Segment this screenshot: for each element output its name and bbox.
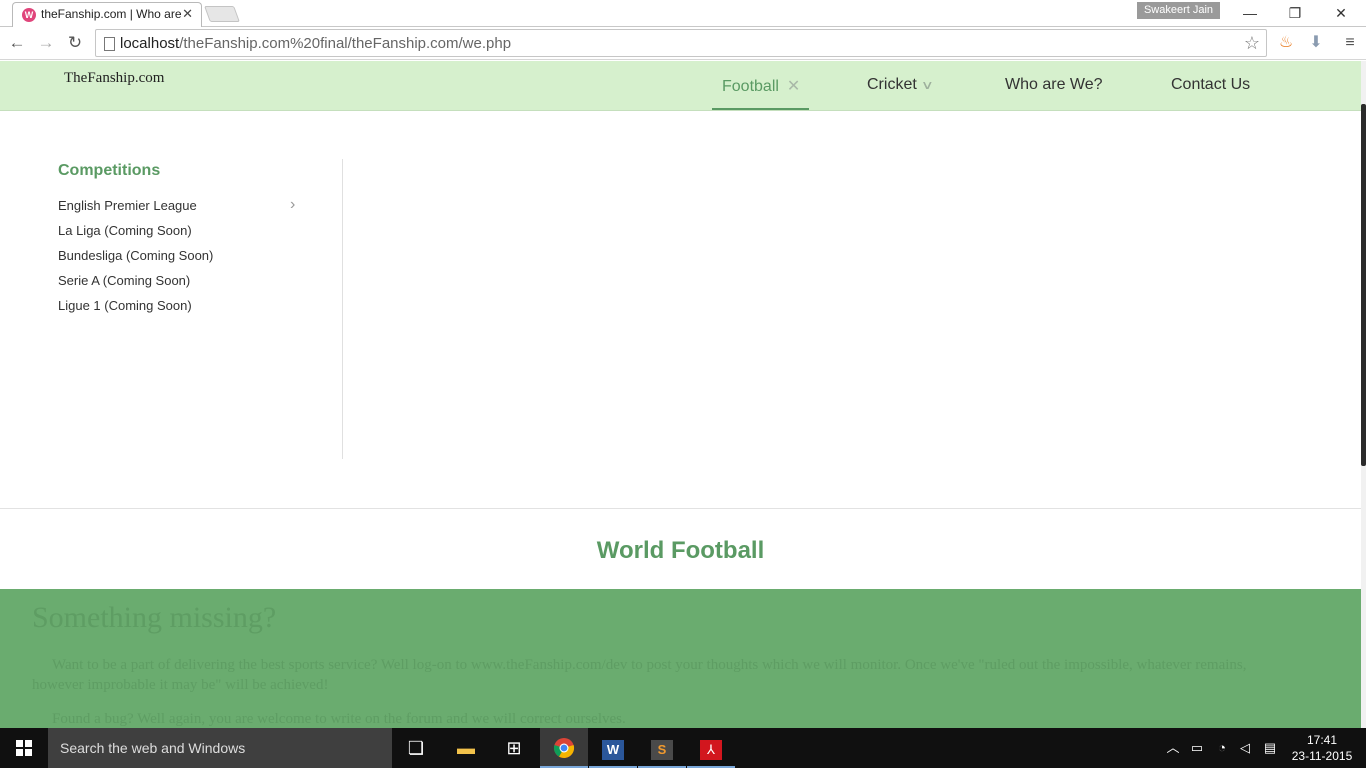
found-bug-paragraph: Found a bug? Well again, you are welcome… (52, 711, 626, 727)
site-logo[interactable]: TheFanship.com (64, 70, 164, 87)
windows-logo-icon (16, 740, 32, 756)
world-football-title[interactable]: World Football (0, 537, 1361, 565)
volume-icon[interactable]: ◁ (1236, 739, 1254, 757)
address-bar[interactable]: localhost/theFanship.com%20final/theFans… (95, 29, 1267, 57)
nav-contact-us[interactable]: Contact Us (1171, 76, 1250, 94)
url-host: localhost (120, 35, 180, 52)
competition-item[interactable]: English Premier League › (58, 197, 308, 222)
minimize-button[interactable]: — (1235, 3, 1265, 23)
page-scrollbar-thumb[interactable] (1361, 104, 1366, 466)
competition-item[interactable]: Bundesliga (Coming Soon) (58, 247, 308, 272)
close-tab-icon[interactable]: ✕ (182, 6, 193, 22)
page-icon (104, 37, 115, 51)
store-icon[interactable]: ⊞ (490, 728, 538, 768)
browser-tab[interactable]: W theFanship.com | Who are ✕ (12, 2, 202, 27)
taskbar-search-box[interactable]: Search the web and Windows (48, 728, 392, 768)
battery-icon[interactable]: ▭ (1188, 739, 1206, 757)
something-missing-heading: Something missing? (32, 601, 277, 634)
show-hidden-icons-icon[interactable]: ︿ (1164, 739, 1182, 757)
nav-football-label: Football (722, 78, 779, 95)
competition-item[interactable]: La Liga (Coming Soon) (58, 222, 308, 247)
competition-label: Bundesliga (Coming Soon) (58, 248, 214, 263)
site-header: TheFanship.com Football ✕ Cricket ∨ Who ar… (0, 61, 1361, 111)
taskbar-clock[interactable]: 17:41 23-11-2015 (1288, 732, 1356, 764)
download-icon[interactable]: ⬇ (1306, 33, 1326, 53)
competitions-list: English Premier League › La Liga (Coming … (58, 197, 308, 322)
something-missing-section: Something missing? Want to be a part of … (0, 589, 1361, 728)
acrobat-icon[interactable]: ⅄ (687, 728, 735, 768)
start-button[interactable] (0, 728, 48, 768)
competition-label: Serie A (Coming Soon) (58, 273, 191, 288)
sublime-text-icon[interactable]: S (638, 728, 686, 768)
something-missing-paragraph: Want to be a part of delivering the best… (32, 657, 1247, 693)
competition-item[interactable]: Serie A (Coming Soon) (58, 272, 308, 297)
wifi-icon[interactable]: ◔ (1213, 739, 1231, 757)
world-football-bar[interactable]: World Football (0, 509, 1361, 589)
new-tab-button[interactable] (204, 6, 240, 22)
reload-icon[interactable]: ↻ (64, 32, 86, 54)
competitions-heading: Competitions (58, 162, 161, 179)
nav-who-are-we[interactable]: Who are We? (1005, 76, 1103, 94)
task-view-icon[interactable]: ❏ (392, 728, 440, 768)
competition-label: La Liga (Coming Soon) (58, 223, 192, 238)
windows-taskbar: Search the web and Windows ❏ ▬ ⊞ W S ⅄ ︿… (0, 728, 1366, 768)
close-window-button[interactable]: ✕ (1326, 3, 1356, 23)
football-mega-menu: Competitions English Premier League › La … (0, 111, 1361, 509)
clock-time: 17:41 (1306, 733, 1338, 747)
hamburger-menu-icon[interactable]: ≡ (1340, 33, 1360, 53)
search-placeholder: Search the web and Windows (60, 740, 246, 756)
url-path: /theFanship.com%20final/theFanship.com/w… (179, 35, 512, 52)
url-text[interactable]: localhost/theFanship.com%20final/theFans… (120, 35, 511, 52)
tab-title: theFanship.com | Who are (41, 7, 181, 21)
bookmark-star-icon[interactable]: ☆ (1244, 33, 1260, 54)
competition-label: Ligue 1 (Coming Soon) (58, 298, 192, 313)
chevron-right-icon: › (290, 196, 296, 213)
chevron-down-icon: ∨ (920, 78, 934, 92)
file-explorer-icon[interactable]: ▬ (442, 728, 490, 768)
extension-flame-icon[interactable]: ♨ (1276, 33, 1296, 53)
browser-toolbar: ← → ↻ localhost/theFanship.com%20final/t… (0, 27, 1366, 60)
nav-football[interactable]: Football ✕ (722, 76, 800, 96)
nav-cricket-label: Cricket (867, 76, 917, 93)
back-arrow-icon[interactable]: ← (6, 32, 28, 54)
browser-tab-strip: W theFanship.com | Who are ✕ Swakeert Ja… (0, 0, 1366, 27)
close-icon[interactable]: ✕ (787, 78, 800, 95)
competition-item[interactable]: Ligue 1 (Coming Soon) (58, 297, 308, 322)
chrome-logo-icon (553, 738, 575, 758)
restore-button[interactable]: ❐ (1280, 3, 1310, 23)
action-center-icon[interactable]: ▤ (1261, 739, 1279, 757)
clock-date: 23-11-2015 (1291, 749, 1353, 763)
nav-cricket[interactable]: Cricket ∨ (867, 76, 934, 94)
word-icon[interactable]: W (589, 728, 637, 768)
forward-arrow-icon[interactable]: → (35, 32, 57, 54)
site-favicon-icon: W (22, 8, 36, 22)
nav-active-underline (712, 108, 809, 110)
competition-label: English Premier League (58, 198, 197, 213)
chrome-icon[interactable] (540, 728, 588, 768)
profile-badge[interactable]: Swakeert Jain (1137, 2, 1220, 19)
mega-menu-divider (342, 159, 343, 459)
